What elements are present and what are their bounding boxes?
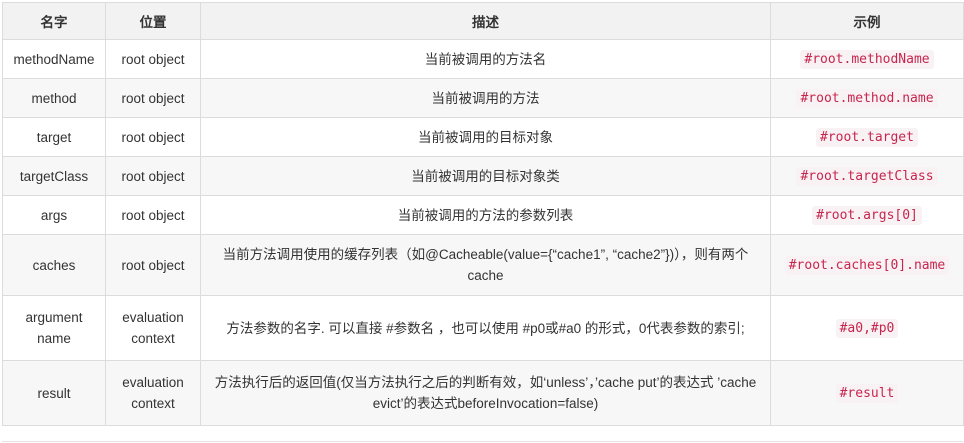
- cell-example: #root.targetClass: [770, 156, 964, 196]
- example-code: #root.methodName: [800, 50, 934, 69]
- cell-location: root object: [105, 78, 201, 118]
- table-row: caches root object 当前方法调用使用的缓存列表（如@Cache…: [2, 234, 964, 296]
- example-code: #root.caches[0].name: [784, 256, 950, 275]
- cell-description: 当前被调用的目标对象: [200, 117, 771, 157]
- cell-description: 方法参数的名字. 可以直接 #参数名 ，也可以使用 #p0或#a0 的形式，0代…: [200, 295, 771, 361]
- table-row: methodName root object 当前被调用的方法名 #root.m…: [2, 39, 964, 79]
- cell-description: 当前被调用的方法名: [200, 39, 771, 79]
- cell-name: caches: [2, 234, 106, 296]
- header-name: 名字: [2, 2, 106, 40]
- header-description: 描述: [200, 2, 771, 40]
- cell-example: #root.methodName: [770, 39, 964, 79]
- cell-location: root object: [105, 117, 201, 157]
- header-location: 位置: [105, 2, 201, 40]
- cell-name: method: [2, 78, 106, 118]
- example-code: #root.method.name: [796, 89, 938, 108]
- cell-name: target: [2, 117, 106, 157]
- header-example: 示例: [770, 2, 964, 40]
- example-code: #a0,#p0: [835, 319, 899, 338]
- table-row: method root object 当前被调用的方法 #root.method…: [2, 78, 964, 118]
- table-row: result evaluation context 方法执行后的返回值(仅当方法…: [2, 360, 964, 426]
- cell-description: 当前被调用的方法的参数列表: [200, 195, 771, 235]
- cell-location: evaluation context: [105, 295, 201, 361]
- cell-example: #a0,#p0: [770, 295, 964, 361]
- cell-location: root object: [105, 195, 201, 235]
- table-row: targetClass root object 当前被调用的目标对象类 #roo…: [2, 156, 964, 196]
- cell-example: #root.caches[0].name: [770, 234, 964, 296]
- cell-location: root object: [105, 39, 201, 79]
- cell-example: #result: [770, 360, 964, 426]
- table-row: argument name evaluation context 方法参数的名字…: [2, 295, 964, 361]
- cell-name: result: [2, 360, 106, 426]
- example-code: #root.targetClass: [796, 167, 938, 186]
- example-code: #root.target: [816, 128, 918, 147]
- cell-name: methodName: [2, 39, 106, 79]
- spel-variables-table: 名字 位置 描述 示例 methodName root object 当前被调用…: [2, 2, 964, 426]
- example-code: #result: [835, 384, 899, 403]
- bottom-divider: [2, 441, 963, 442]
- cell-description: 当前方法调用使用的缓存列表（如@Cacheable(value={“cache1…: [200, 234, 771, 296]
- cell-description: 当前被调用的目标对象类: [200, 156, 771, 196]
- cell-location: evaluation context: [105, 360, 201, 426]
- table-row: args root object 当前被调用的方法的参数列表 #root.arg…: [2, 195, 964, 235]
- cell-description: 当前被调用的方法: [200, 78, 771, 118]
- cell-location: root object: [105, 156, 201, 196]
- cell-name: targetClass: [2, 156, 106, 196]
- table-row: target root object 当前被调用的目标对象 #root.targ…: [2, 117, 964, 157]
- cell-name: args: [2, 195, 106, 235]
- cell-name: argument name: [2, 295, 106, 361]
- example-code: #root.args[0]: [812, 206, 922, 225]
- cell-location: root object: [105, 234, 201, 296]
- cell-description: 方法执行后的返回值(仅当方法执行之后的判断有效，如‘unless’，’cache…: [200, 360, 771, 426]
- table-header-row: 名字 位置 描述 示例: [2, 2, 964, 40]
- cell-example: #root.method.name: [770, 78, 964, 118]
- cell-example: #root.args[0]: [770, 195, 964, 235]
- cell-example: #root.target: [770, 117, 964, 157]
